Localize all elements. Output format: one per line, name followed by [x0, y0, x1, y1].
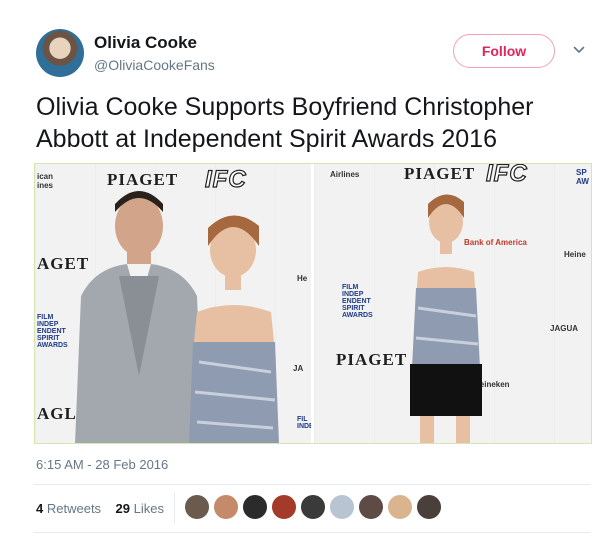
likes-stat[interactable]: 29 Likes: [116, 501, 164, 516]
liker-avatar[interactable]: [242, 494, 268, 520]
tweet-text: Olivia Cooke Supports Boyfriend Christop…: [36, 93, 534, 153]
retweets-count: 4: [36, 501, 44, 516]
photo-subject-woman: [189, 215, 279, 443]
avatar[interactable]: [36, 29, 84, 77]
retweets-stat[interactable]: 4 Retweets: [36, 501, 101, 516]
logo-piaget-top: PIAGET: [404, 164, 476, 183]
divider-bottom: [34, 532, 590, 533]
divider: [34, 484, 590, 485]
liker-avatars: [184, 494, 442, 520]
follow-button[interactable]: Follow: [453, 34, 555, 68]
chevron-down-icon[interactable]: [573, 44, 585, 56]
likes-label: Likes: [133, 501, 164, 516]
logo-heineken-partial: He: [297, 274, 308, 283]
retweets-label: Retweets: [46, 501, 102, 516]
logo-spirit-awards: FILM INDEP ENDENT SPIRIT AWARDS: [342, 284, 373, 319]
logo-airlines: Airlines: [330, 170, 360, 179]
liker-avatar[interactable]: [329, 494, 355, 520]
photo-subject-woman-solo: [410, 194, 482, 443]
liker-avatar[interactable]: [184, 494, 210, 520]
logo-airlines-partial: ican ines: [37, 172, 54, 190]
photo-solo[interactable]: Airlines PIAGET IFC SP AW FILM INDEP END…: [314, 164, 591, 443]
stats-separator: [174, 492, 175, 524]
logo-heineken: Heine: [564, 250, 586, 259]
logo-jaguar: JAGUA: [550, 324, 579, 333]
liker-avatar[interactable]: [387, 494, 413, 520]
liker-avatar[interactable]: [271, 494, 297, 520]
photo-grid: ican ines PIAGET IFC AGET FILM INDEP END…: [34, 163, 592, 444]
liker-avatar[interactable]: [300, 494, 326, 520]
logo-spirit-bottom: FIL INDE: [297, 416, 311, 430]
tweet-stats: 4 Retweets 29 Likes: [36, 501, 164, 516]
logo-ifc: IFC: [204, 165, 247, 193]
logo-ifc: IFC: [485, 164, 528, 188]
logo-spirit-partial: SP AW: [576, 168, 589, 186]
author-name[interactable]: Olivia Cooke: [94, 33, 197, 53]
liker-avatar[interactable]: [416, 494, 442, 520]
likes-count: 29: [115, 501, 130, 516]
tweet-timestamp[interactable]: 6:15 AM - 28 Feb 2016: [36, 457, 168, 472]
liker-avatar[interactable]: [213, 494, 239, 520]
photo-couple[interactable]: ican ines PIAGET IFC AGET FILM INDEP END…: [35, 164, 311, 443]
author-handle[interactable]: @OliviaCookeFans: [94, 57, 215, 73]
liker-avatar[interactable]: [358, 494, 384, 520]
